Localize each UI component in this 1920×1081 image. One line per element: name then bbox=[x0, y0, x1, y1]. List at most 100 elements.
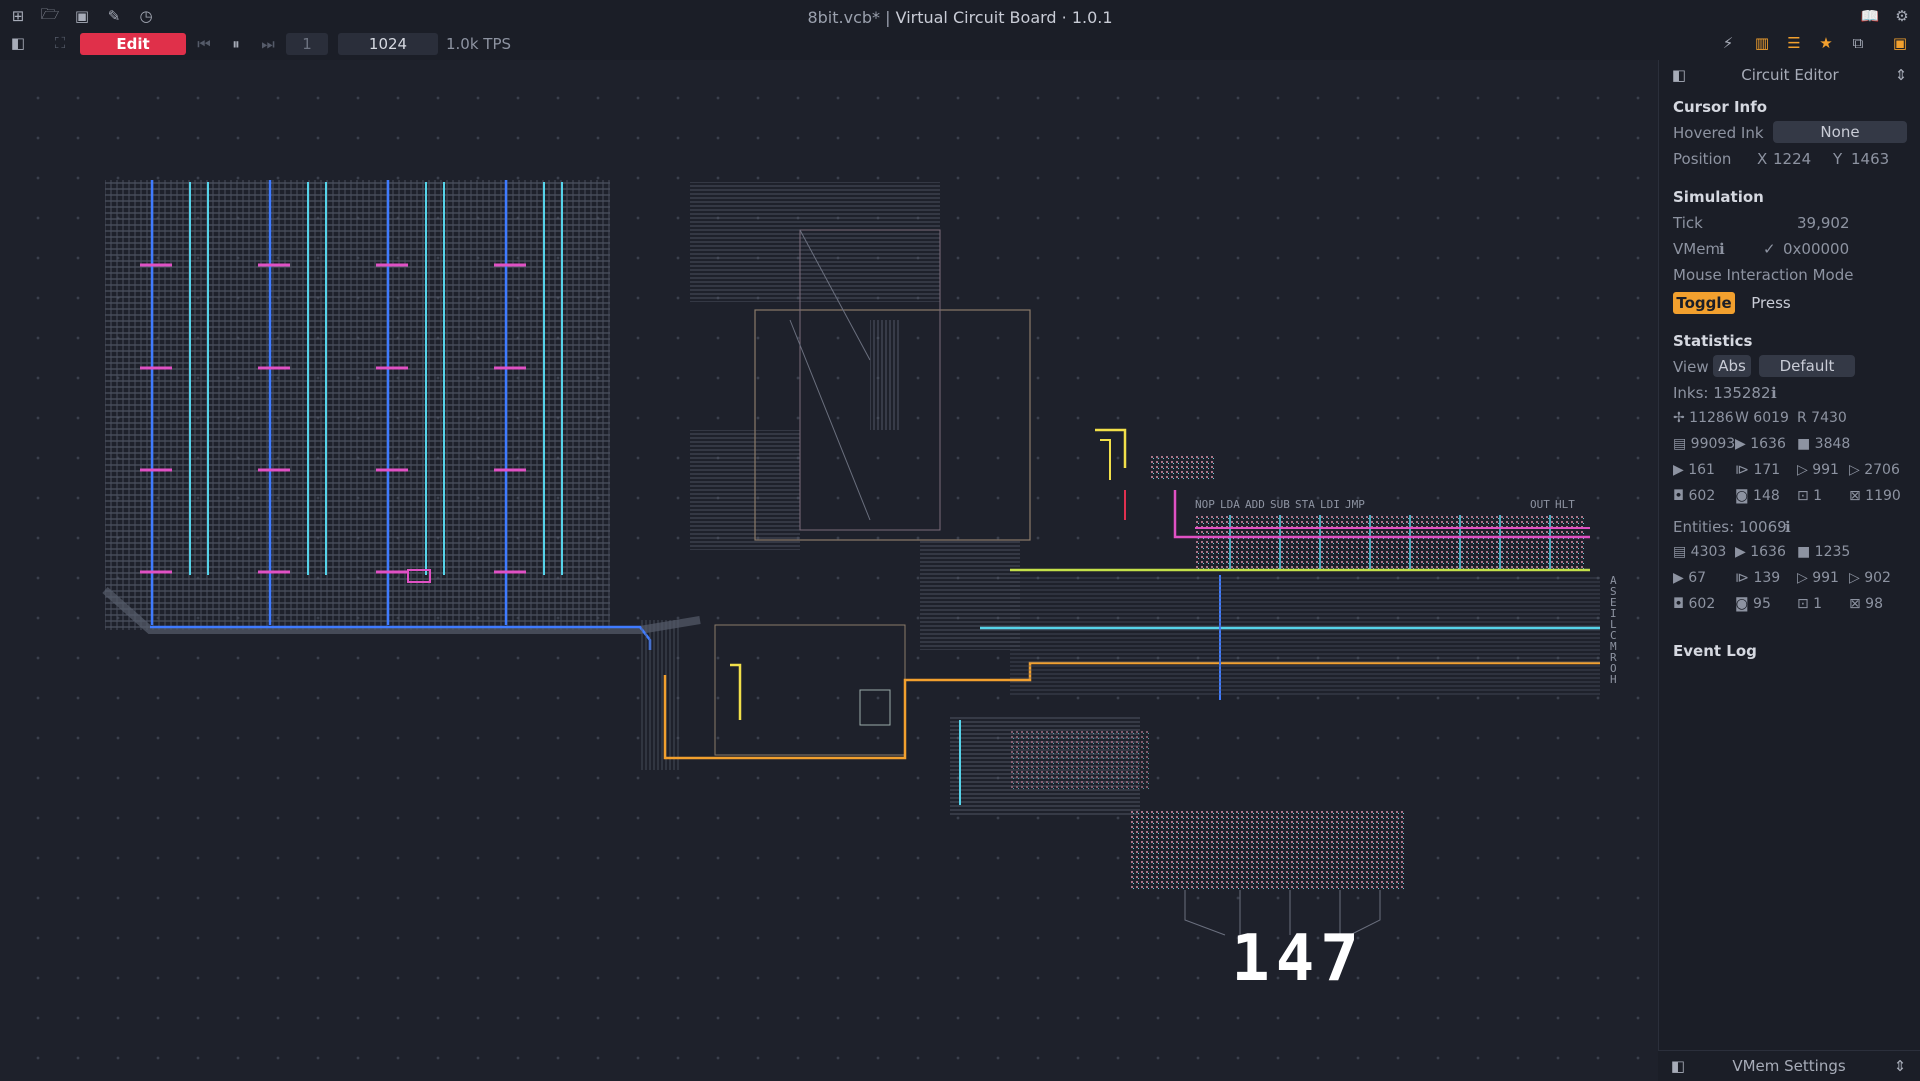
mouse-mode-label: Mouse Interaction Mode bbox=[1673, 266, 1854, 284]
stat-cell: ▷ 991 bbox=[1797, 462, 1839, 478]
entities-info-icon[interactable]: ℹ bbox=[1785, 518, 1791, 536]
settings-gear-icon[interactable]: ⚙ bbox=[1892, 6, 1912, 26]
stat-cell: ⊡ 1 bbox=[1797, 596, 1823, 612]
instruction-label: STA bbox=[1295, 498, 1315, 511]
statistics-heading: Statistics bbox=[1673, 332, 1753, 350]
footer-expand-icon[interactable]: ⇕ bbox=[1890, 1056, 1910, 1076]
sidebar-toggle-icon[interactable]: ◧ bbox=[8, 33, 28, 53]
pause-icon[interactable]: ⏸ bbox=[226, 33, 246, 55]
tick-value: 39,902 bbox=[1797, 214, 1850, 232]
simulation-heading: Simulation bbox=[1673, 188, 1764, 206]
title-bar: ⊞ 🗁 ▣ ✎ ◷ 8bit.vcb* | Virtual Circuit Bo… bbox=[0, 0, 1920, 34]
vmem-info-icon[interactable]: ℹ bbox=[1719, 240, 1725, 258]
app-name: Virtual Circuit Board · 1.0.1 bbox=[895, 8, 1113, 27]
filter-icon[interactable]: ⧉ bbox=[1848, 33, 1868, 53]
instruction-label: LDA bbox=[1220, 498, 1240, 511]
stat-cell: ⧐ 171 bbox=[1735, 462, 1781, 478]
stat-cell: ■ 1235 bbox=[1797, 544, 1851, 560]
docs-icon[interactable]: 📖 bbox=[1860, 6, 1880, 26]
panel-header: ◧ Circuit Editor ⇕ bbox=[1659, 60, 1920, 90]
stat-cell: ⊠ 98 bbox=[1849, 596, 1883, 612]
stat-cell: ⧐ 139 bbox=[1735, 570, 1781, 586]
stat-cell: ◘ 602 bbox=[1673, 488, 1716, 504]
select-icon[interactable]: ⛶ bbox=[50, 33, 70, 53]
panel-expand-icon[interactable]: ⇕ bbox=[1891, 65, 1911, 85]
stat-cell: ◘ 602 bbox=[1673, 596, 1716, 612]
control-logic bbox=[640, 182, 1031, 770]
stat-cell: ▶ 161 bbox=[1673, 462, 1715, 478]
instruction-label: OUT bbox=[1530, 498, 1550, 511]
stat-cell: ⊠ 1190 bbox=[1849, 488, 1901, 504]
panel-title: Circuit Editor bbox=[1741, 66, 1839, 84]
step-forward-icon[interactable]: ⏭ bbox=[258, 33, 278, 55]
inks-count: Inks: 135282 bbox=[1673, 384, 1771, 402]
stat-cell: R 7430 bbox=[1797, 410, 1847, 426]
instruction-labels: NOP LDA ADD SUB STA LDI JMP OUT HLT bbox=[1195, 498, 1575, 511]
stat-cell: ▶ 67 bbox=[1673, 570, 1707, 586]
bookmark-icon[interactable]: ★ bbox=[1816, 33, 1836, 53]
wire-tool-icon[interactable]: ⚡ bbox=[1718, 33, 1738, 53]
toggle-mode-button[interactable]: Toggle bbox=[1673, 292, 1735, 314]
stat-cell: ▤ 99093 bbox=[1673, 436, 1736, 452]
tps-readout: 1.0k TPS bbox=[446, 35, 512, 53]
vmem-value: 0x00000 bbox=[1783, 240, 1850, 258]
vmem-label: VMem bbox=[1673, 240, 1721, 258]
position-x-value: 1224 bbox=[1773, 150, 1812, 168]
stat-cell: ▶ 1636 bbox=[1735, 544, 1786, 560]
position-label: Position bbox=[1673, 150, 1732, 168]
circuit-editor-panel: ◧ Circuit Editor ⇕ Cursor Info Hovered I… bbox=[1658, 60, 1920, 1080]
circuit-canvas[interactable]: NOP LDA ADD SUB STA LDI JMP OUT HLT ASEILCMROH 1… bbox=[0, 60, 1658, 1080]
vmem-settings-footer: ◧ VMem Settings ⇕ bbox=[1658, 1050, 1920, 1081]
edit-mode-button[interactable]: Edit bbox=[80, 33, 186, 55]
seven-segment-display: 147 bbox=[1231, 922, 1365, 996]
panel-toggle-icon[interactable]: ▣ bbox=[1890, 33, 1910, 53]
stat-cell: ▤ 4303 bbox=[1673, 544, 1727, 560]
tick-rate-field[interactable]: 1024 bbox=[338, 33, 438, 55]
hovered-ink-label: Hovered Ink bbox=[1673, 124, 1764, 142]
instruction-label: SUB bbox=[1270, 498, 1290, 511]
bus-label: H bbox=[1610, 673, 1617, 686]
stat-cell: W 6019 bbox=[1735, 410, 1789, 426]
view-default-button[interactable]: Default bbox=[1759, 355, 1855, 377]
stat-cell: ▶ 1636 bbox=[1735, 436, 1786, 452]
window-title: 8bit.vcb* | Virtual Circuit Board · 1.0.… bbox=[0, 8, 1920, 27]
entities-count: Entities: 10069 bbox=[1673, 518, 1787, 536]
position-x-label: X bbox=[1757, 150, 1768, 168]
title-separator: | bbox=[885, 8, 891, 27]
stat-cell: ◙ 148 bbox=[1735, 488, 1780, 504]
ink-tool-icon[interactable]: ▥ bbox=[1752, 33, 1772, 53]
instruction-label: NOP bbox=[1195, 498, 1215, 511]
display-decoder bbox=[1130, 810, 1405, 890]
position-y-value: 1463 bbox=[1851, 150, 1890, 168]
flags-register bbox=[1150, 455, 1215, 480]
stat-cell: ▷ 902 bbox=[1849, 570, 1891, 586]
view-abs-button[interactable]: Abs bbox=[1713, 355, 1751, 377]
vmem-check-icon: ✓ bbox=[1763, 240, 1776, 258]
file-name: 8bit.vcb* bbox=[807, 8, 881, 27]
ram-block bbox=[102, 180, 701, 634]
stat-cell: ▷ 2706 bbox=[1849, 462, 1900, 478]
event-log-heading: Event Log bbox=[1673, 642, 1757, 660]
step-back-icon[interactable]: ⏮ bbox=[194, 33, 214, 55]
instruction-label: ADD bbox=[1245, 498, 1265, 511]
inks-info-icon[interactable]: ℹ bbox=[1771, 384, 1777, 402]
view-label: View bbox=[1673, 358, 1709, 376]
stat-cell: ▷ 991 bbox=[1797, 570, 1839, 586]
stat-cell: ◙ 95 bbox=[1735, 596, 1771, 612]
cursor-info-heading: Cursor Info bbox=[1673, 98, 1768, 116]
alu bbox=[950, 715, 1150, 815]
bus-labels: ASEILCMROH bbox=[1610, 574, 1617, 686]
step-count-field[interactable]: 1 bbox=[286, 33, 328, 55]
vmem-settings-title[interactable]: VMem Settings bbox=[1658, 1057, 1920, 1075]
stat-cell: ✢ 11286 bbox=[1673, 410, 1734, 426]
position-y-label: Y bbox=[1833, 150, 1843, 168]
hovered-ink-value: None bbox=[1773, 121, 1907, 143]
instruction-label: HLT bbox=[1555, 498, 1575, 511]
circuit-drawing: NOP LDA ADD SUB STA LDI JMP OUT HLT ASEILCMROH 1… bbox=[102, 180, 1617, 996]
instruction-label: LDI bbox=[1320, 498, 1340, 511]
stat-cell: ⊡ 1 bbox=[1797, 488, 1823, 504]
instruction-label: JMP bbox=[1345, 498, 1365, 511]
tick-label: Tick bbox=[1673, 214, 1703, 232]
layers-icon[interactable]: ☰ bbox=[1784, 33, 1804, 53]
press-mode-button[interactable]: Press bbox=[1743, 292, 1799, 314]
